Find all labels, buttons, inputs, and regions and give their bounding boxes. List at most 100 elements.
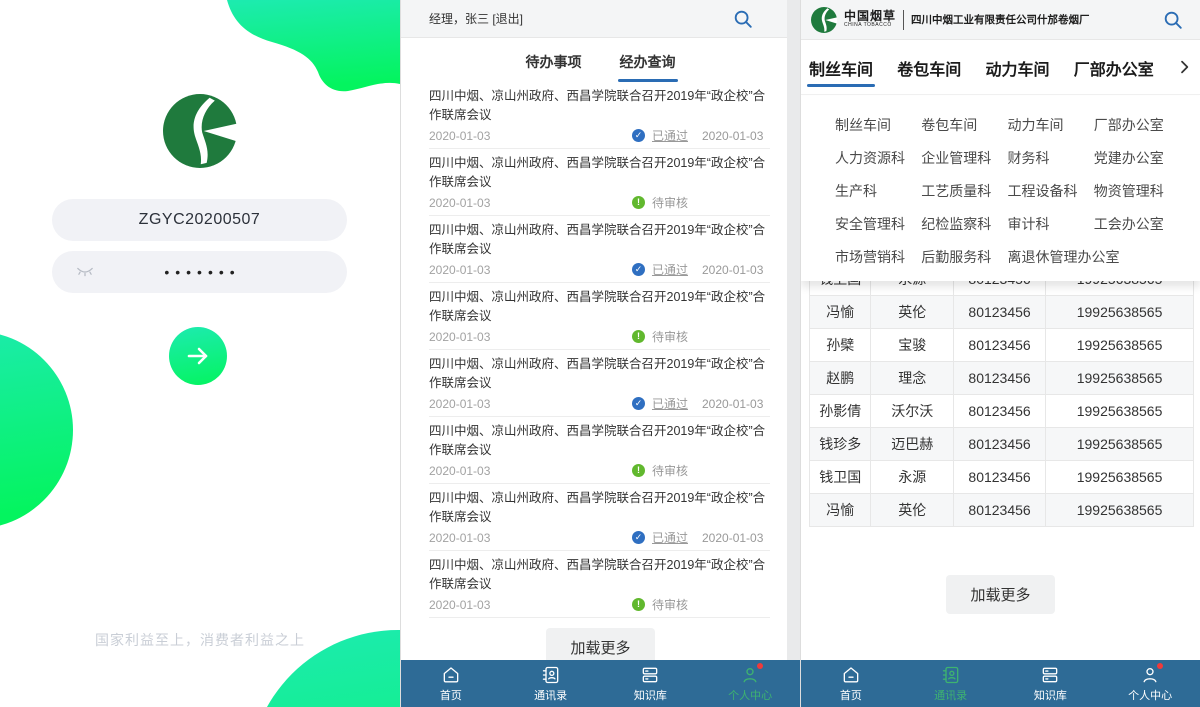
task-title: 四川中烟、凉山州政府、西昌学院联合召开2019年“政企校”合作联席会议 [429, 355, 770, 393]
pending-icon: ! [632, 464, 645, 477]
contacts-book-icon [940, 664, 962, 685]
task-item[interactable]: 四川中烟、凉山州政府、西昌学院联合召开2019年“政企校”合作联席会议 2020… [429, 82, 770, 149]
chevron-right-icon[interactable] [1176, 59, 1192, 75]
department-tab-bar: 制丝车间 卷包车间 动力车间 厂部办公室 [801, 40, 1200, 95]
table-row[interactable]: 钱珍多迈巴赫8012345619925638565 [810, 428, 1194, 461]
status-label: 已通过 [652, 261, 688, 278]
tab-power-workshop[interactable]: 动力车间 [984, 40, 1052, 94]
notification-badge [757, 663, 763, 669]
task-title: 四川中烟、凉山州政府、西昌学院联合召开2019年“政企校”合作联席会议 [429, 288, 770, 326]
dept-item[interactable]: 纪检监察科 [921, 207, 1007, 240]
username-field[interactable]: ZGYC20200507 [52, 199, 347, 241]
arrow-right-icon [185, 345, 211, 367]
dept-item[interactable]: 制丝车间 [835, 108, 921, 141]
table-row[interactable]: 孙影倩沃尔沃8012345619925638565 [810, 395, 1194, 428]
task-item[interactable]: 四川中烟、凉山州政府、西昌学院联合召开2019年“政企校”合作联席会议 2020… [429, 350, 770, 417]
dept-item[interactable]: 生产科 [835, 174, 921, 207]
nav-knowledge[interactable]: 知识库 [1001, 660, 1101, 707]
dept-item[interactable]: 动力车间 [1008, 108, 1094, 141]
dept-item[interactable]: 党建办公室 [1094, 141, 1180, 174]
dept-item[interactable]: 工艺质量科 [921, 174, 1007, 207]
todo-screen: 经理，张三 [退出] 待办事项 经办查询 四川中烟、凉山州政府、西昌学院联合召开… [400, 0, 800, 707]
nav-home[interactable]: 首页 [801, 660, 901, 707]
dept-item[interactable]: 审计科 [1008, 207, 1094, 240]
task-date: 2020-01-03 [429, 464, 632, 478]
nav-contacts[interactable]: 通讯录 [501, 660, 601, 707]
login-screen: ZGYC20200507 ••••••• 国家利益至上，消费者利益之上 [0, 0, 400, 707]
dept-item[interactable]: 安全管理科 [835, 207, 921, 240]
approved-icon: ✓ [632, 397, 645, 410]
password-value: ••••••• [158, 264, 240, 280]
tab-silk-workshop[interactable]: 制丝车间 [807, 40, 875, 94]
knowledge-base-icon [1039, 664, 1061, 685]
task-title: 四川中烟、凉山州政府、西昌学院联合召开2019年“政企校”合作联席会议 [429, 221, 770, 259]
review-date: 2020-01-03 [702, 397, 770, 411]
status-label: 已通过 [652, 529, 688, 546]
nav-profile[interactable]: 个人中心 [700, 660, 800, 707]
tab-packing-workshop[interactable]: 卷包车间 [895, 40, 963, 94]
task-item[interactable]: 四川中烟、凉山州政府、西昌学院联合召开2019年“政企校”合作联席会议 2020… [429, 417, 770, 484]
tab-pending-tasks[interactable]: 待办事项 [524, 52, 584, 82]
dept-item[interactable]: 厂部办公室 [1094, 108, 1180, 141]
table-row[interactable]: 孙檗宝骏8012345619925638565 [810, 329, 1194, 362]
table-row[interactable]: 钱卫国永源8012345619925638565 [810, 461, 1194, 494]
brand-text: 中国烟草 CHINA TOBACCO [844, 10, 896, 29]
tab-handled-query[interactable]: 经办查询 [618, 52, 678, 82]
table-row[interactable]: 冯愉英伦8012345619925638565 [810, 296, 1194, 329]
dept-item[interactable]: 市场营销科 [835, 240, 921, 273]
app-screenshots: ZGYC20200507 ••••••• 国家利益至上，消费者利益之上 经理，张… [0, 0, 1200, 707]
nav-home[interactable]: 首页 [401, 660, 501, 707]
table-row[interactable]: 冯愉英伦8012345619925638565 [810, 494, 1194, 527]
china-tobacco-logo-small [811, 7, 837, 33]
username-value: ZGYC20200507 [139, 211, 261, 229]
nav-profile[interactable]: 个人中心 [1100, 660, 1200, 707]
contacts-header: 中国烟草 CHINA TOBACCO 四川中烟工业有限责任公司什邡卷烟厂 [801, 0, 1200, 40]
dept-item[interactable]: 离退休管理办公室 [1008, 240, 1181, 273]
task-item[interactable]: 四川中烟、凉山州政府、西昌学院联合召开2019年“政企校”合作联席会议 2020… [429, 484, 770, 551]
review-date: 2020-01-03 [702, 531, 770, 545]
password-field[interactable]: ••••••• [52, 251, 347, 293]
task-item[interactable]: 四川中烟、凉山州政府、西昌学院联合召开2019年“政企校”合作联席会议 2020… [429, 283, 770, 350]
dept-item[interactable]: 人力资源科 [835, 141, 921, 174]
dept-item[interactable]: 工会办公室 [1094, 207, 1180, 240]
login-button[interactable] [169, 327, 227, 385]
bottom-nav: 首页 通讯录 知识库 [401, 660, 800, 707]
todo-header: 经理，张三 [退出] [401, 0, 800, 38]
task-date: 2020-01-03 [429, 330, 632, 344]
dept-item[interactable]: 企业管理科 [921, 141, 1007, 174]
status-label: 已通过 [652, 127, 688, 144]
dept-item[interactable]: 后勤服务科 [921, 240, 1007, 273]
task-item[interactable]: 四川中烟、凉山州政府、西昌学院联合召开2019年“政企校”合作联席会议 2020… [429, 551, 770, 618]
task-title: 四川中烟、凉山州政府、西昌学院联合召开2019年“政企校”合作联席会议 [429, 87, 770, 125]
nav-knowledge[interactable]: 知识库 [601, 660, 701, 707]
table-row[interactable]: 赵鹏理念8012345619925638565 [810, 362, 1194, 395]
task-item[interactable]: 四川中烟、凉山州政府、西昌学院联合召开2019年“政企校”合作联席会议 2020… [429, 149, 770, 216]
approved-icon: ✓ [632, 263, 645, 276]
search-icon[interactable] [1162, 9, 1184, 31]
contacts-book-icon [540, 664, 562, 685]
header-divider [903, 10, 904, 30]
user-logout-link[interactable]: 经理，张三 [退出] [429, 10, 732, 27]
tab-factory-office[interactable]: 厂部办公室 [1072, 40, 1156, 94]
task-list: 四川中烟、凉山州政府、西昌学院联合召开2019年“政企校”合作联席会议 2020… [401, 82, 800, 618]
user-icon [739, 664, 761, 685]
status-label: 待审核 [652, 462, 688, 479]
task-item[interactable]: 四川中烟、凉山州政府、西昌学院联合召开2019年“政企校”合作联席会议 2020… [429, 216, 770, 283]
task-title: 四川中烟、凉山州政府、西昌学院联合召开2019年“政企校”合作联席会议 [429, 422, 770, 460]
dept-item[interactable]: 财务科 [1008, 141, 1094, 174]
status-label: 待审核 [652, 194, 688, 211]
load-more-button[interactable]: 加载更多 [946, 575, 1054, 614]
nav-contacts[interactable]: 通讯录 [901, 660, 1001, 707]
task-date: 2020-01-03 [429, 263, 632, 277]
status-label: 待审核 [652, 596, 688, 613]
review-date: 2020-01-03 [702, 129, 770, 143]
pending-icon: ! [632, 330, 645, 343]
task-date: 2020-01-03 [429, 598, 632, 612]
eye-closed-icon[interactable] [76, 265, 94, 279]
search-icon[interactable] [732, 8, 754, 30]
task-date: 2020-01-03 [429, 531, 632, 545]
dept-item[interactable]: 物资管理科 [1094, 174, 1180, 207]
dept-item[interactable]: 卷包车间 [921, 108, 1007, 141]
task-date: 2020-01-03 [429, 196, 632, 210]
dept-item[interactable]: 工程设备科 [1008, 174, 1094, 207]
